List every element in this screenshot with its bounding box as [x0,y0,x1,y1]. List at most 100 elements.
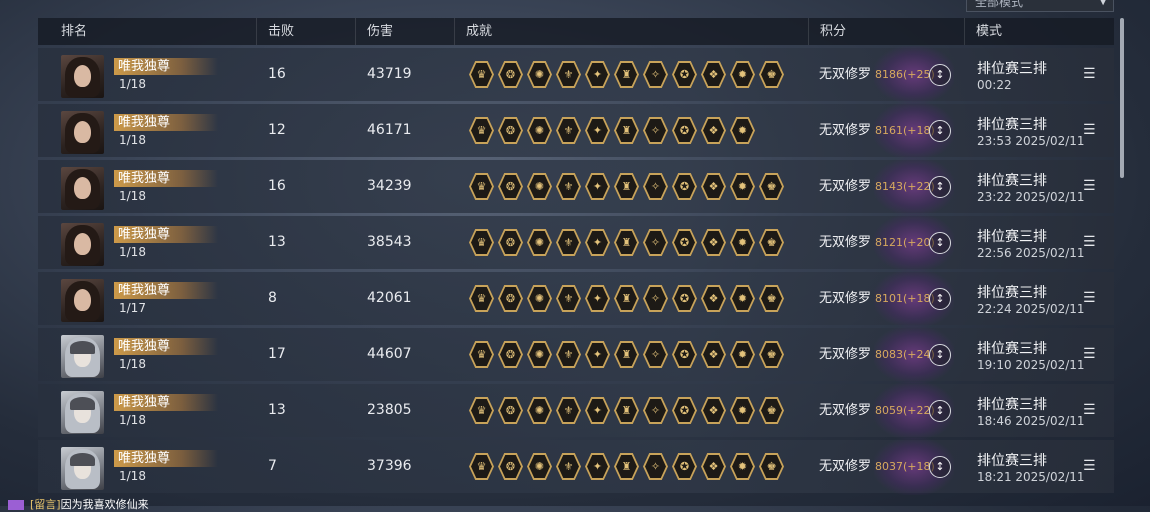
mode-filter-dropdown[interactable]: 全部模式 ▼ [966,0,1114,12]
scrollbar[interactable] [1120,18,1124,178]
achievement-badge-icon[interactable]: ✹ [730,453,755,480]
achievement-badge-icon[interactable]: ✦ [585,117,610,144]
achievement-badge-icon[interactable]: ❖ [701,229,726,256]
achievement-badge-icon[interactable]: ✪ [672,229,697,256]
achievement-badge-icon[interactable]: ❂ [498,61,523,88]
details-list-icon[interactable]: ☰ [1083,400,1097,420]
achievement-badge-icon[interactable]: ✺ [527,285,552,312]
table-row[interactable]: 唯我独尊 1/18 16 43719 ♛ ❂ ✺ ⚜ ✦ ♜ ✧ ✪ ❖ ✹ ♚ 无双修罗 8186… [38,46,1114,103]
achievement-badge-icon[interactable]: ♜ [614,285,639,312]
achievement-badge-icon[interactable]: ✧ [643,285,668,312]
achievement-badge-icon[interactable]: ❂ [498,453,523,480]
achievement-badge-icon[interactable]: ✺ [527,453,552,480]
achievement-badge-icon[interactable]: ♜ [614,173,639,200]
achievement-badge-icon[interactable]: ⚜ [556,117,581,144]
achievement-badge-icon[interactable]: ❂ [498,285,523,312]
achievement-badge-icon[interactable]: ✦ [585,61,610,88]
achievement-badge-icon[interactable]: ✪ [672,173,697,200]
rank-detail-icon[interactable]: ↕ [929,232,951,254]
rank-detail-icon[interactable]: ↕ [929,288,951,310]
achievement-badge-icon[interactable]: ✧ [643,397,668,424]
avatar[interactable] [61,335,104,378]
achievement-badge-icon[interactable]: ✧ [643,117,668,144]
achievement-badge-icon[interactable]: ✧ [643,341,668,368]
achievement-badge-icon[interactable]: ♛ [469,285,494,312]
table-row[interactable]: 唯我独尊 1/18 17 44607 ♛ ❂ ✺ ⚜ ✦ ♜ ✧ ✪ ❖ ✹ ♚ 无双修罗 8083… [38,326,1114,383]
details-list-icon[interactable]: ☰ [1083,232,1097,252]
achievement-badge-icon[interactable]: ❖ [701,173,726,200]
achievement-badge-icon[interactable]: ❖ [701,341,726,368]
achievement-badge-icon[interactable]: ✺ [527,397,552,424]
achievement-badge-icon[interactable]: ♜ [614,229,639,256]
achievement-badge-icon[interactable]: ✦ [585,229,610,256]
details-list-icon[interactable]: ☰ [1083,176,1097,196]
rank-detail-icon[interactable]: ↕ [929,344,951,366]
achievement-badge-icon[interactable]: ✦ [585,173,610,200]
achievement-badge-icon[interactable]: ⚜ [556,229,581,256]
achievement-badge-icon[interactable]: ♛ [469,61,494,88]
achievement-badge-icon[interactable]: ❖ [701,285,726,312]
avatar[interactable] [61,279,104,322]
rank-detail-icon[interactable]: ↕ [929,120,951,142]
table-row[interactable]: 唯我独尊 1/18 13 23805 ♛ ❂ ✺ ⚜ ✦ ♜ ✧ ✪ ❖ ✹ ♚ 无双修罗 8059… [38,382,1114,439]
achievement-badge-icon[interactable]: ♚ [759,285,784,312]
achievement-badge-icon[interactable]: ✧ [643,173,668,200]
achievement-badge-icon[interactable]: ♜ [614,397,639,424]
achievement-badge-icon[interactable]: ♛ [469,117,494,144]
achievement-badge-icon[interactable]: ♚ [759,173,784,200]
achievement-badge-icon[interactable]: ✺ [527,117,552,144]
avatar[interactable] [61,111,104,154]
achievement-badge-icon[interactable]: ❂ [498,341,523,368]
achievement-badge-icon[interactable]: ✪ [672,285,697,312]
achievement-badge-icon[interactable]: ♜ [614,117,639,144]
avatar[interactable] [61,55,104,98]
achievement-badge-icon[interactable]: ⚜ [556,61,581,88]
achievement-badge-icon[interactable]: ❖ [701,453,726,480]
achievement-badge-icon[interactable]: ♚ [759,453,784,480]
achievement-badge-icon[interactable]: ✦ [585,341,610,368]
achievement-badge-icon[interactable]: ✺ [527,341,552,368]
achievement-badge-icon[interactable]: ⚜ [556,397,581,424]
achievement-badge-icon[interactable]: ♚ [759,341,784,368]
achievement-badge-icon[interactable]: ♛ [469,229,494,256]
achievement-badge-icon[interactable]: ⚜ [556,341,581,368]
avatar[interactable] [61,223,104,266]
rank-detail-icon[interactable]: ↕ [929,176,951,198]
table-row[interactable]: 唯我独尊 1/18 7 37396 ♛ ❂ ✺ ⚜ ✦ ♜ ✧ ✪ ❖ ✹ ♚ 无双修罗 8037(… [38,438,1114,495]
achievement-badge-icon[interactable]: ✪ [672,453,697,480]
achievement-badge-icon[interactable]: ✪ [672,341,697,368]
achievement-badge-icon[interactable]: ♚ [759,229,784,256]
achievement-badge-icon[interactable]: ⚜ [556,285,581,312]
achievement-badge-icon[interactable]: ✦ [585,285,610,312]
achievement-badge-icon[interactable]: ⚜ [556,453,581,480]
achievement-badge-icon[interactable]: ✪ [672,61,697,88]
rank-detail-icon[interactable]: ↕ [929,64,951,86]
achievement-badge-icon[interactable]: ❂ [498,117,523,144]
achievement-badge-icon[interactable]: ✹ [730,229,755,256]
avatar[interactable] [61,447,104,490]
achievement-badge-icon[interactable]: ✹ [730,397,755,424]
achievement-badge-icon[interactable]: ✹ [730,285,755,312]
achievement-badge-icon[interactable]: ♚ [759,397,784,424]
achievement-badge-icon[interactable]: ✪ [672,397,697,424]
achievement-badge-icon[interactable]: ♛ [469,453,494,480]
table-row[interactable]: 唯我独尊 1/18 16 34239 ♛ ❂ ✺ ⚜ ✦ ♜ ✧ ✪ ❖ ✹ ♚ 无双修罗 8143… [38,158,1114,215]
achievement-badge-icon[interactable]: ❂ [498,397,523,424]
achievement-badge-icon[interactable]: ✹ [730,341,755,368]
achievement-badge-icon[interactable]: ❖ [701,397,726,424]
achievement-badge-icon[interactable]: ✹ [730,173,755,200]
avatar[interactable] [61,391,104,434]
achievement-badge-icon[interactable]: ✺ [527,173,552,200]
achievement-badge-icon[interactable]: ♛ [469,397,494,424]
achievement-badge-icon[interactable]: ♚ [759,61,784,88]
achievement-badge-icon[interactable]: ♜ [614,61,639,88]
achievement-badge-icon[interactable]: ✦ [585,397,610,424]
achievement-badge-icon[interactable]: ✧ [643,61,668,88]
achievement-badge-icon[interactable]: ✧ [643,453,668,480]
table-row[interactable]: 唯我独尊 1/18 12 46171 ♛ ❂ ✺ ⚜ ✦ ♜ ✧ ✪ ❖ ✹ 无双修罗 8161(… [38,102,1114,159]
achievement-badge-icon[interactable]: ✹ [730,117,755,144]
details-list-icon[interactable]: ☰ [1083,120,1097,140]
achievement-badge-icon[interactable]: ✧ [643,229,668,256]
achievement-badge-icon[interactable]: ❖ [701,61,726,88]
details-list-icon[interactable]: ☰ [1083,288,1097,308]
